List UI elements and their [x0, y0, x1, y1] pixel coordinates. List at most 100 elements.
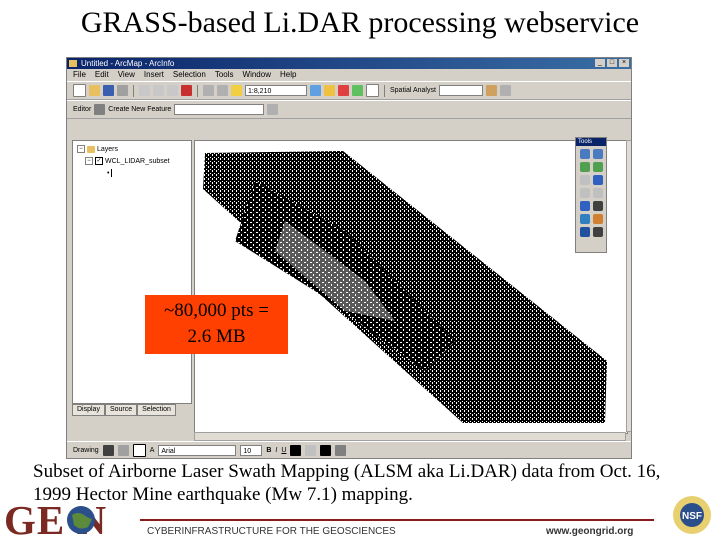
menu-bar: File Edit View Insert Selection Tools Wi…	[67, 69, 631, 81]
arctoolbox-icon[interactable]	[338, 85, 349, 96]
layer-visibility-checkbox[interactable]: ✓	[95, 157, 103, 165]
sketch-tool-icon[interactable]	[94, 104, 106, 115]
map-horizontal-scrollbar[interactable]	[194, 432, 626, 441]
redo-icon[interactable]	[217, 85, 228, 96]
svg-text:NSF: NSF	[682, 511, 702, 522]
tab-selection[interactable]: Selection	[137, 404, 176, 416]
tab-display[interactable]: Display	[72, 404, 105, 416]
editor-toolbar: Editor Create New Feature	[67, 100, 631, 119]
toolbar-separator	[197, 84, 198, 97]
pan-icon[interactable]	[580, 175, 590, 185]
marker-color-icon[interactable]	[335, 445, 347, 456]
add-data-icon[interactable]	[231, 85, 242, 96]
window-title: Untitled - ArcMap - ArcInfo	[81, 59, 175, 68]
paste-icon[interactable]	[167, 85, 178, 96]
point-count-callout: ~80,000 pts = 2.6 MB	[145, 295, 288, 354]
font-field[interactable]: Arial	[158, 445, 237, 456]
whats-this-icon[interactable]	[366, 84, 379, 97]
lock-icon[interactable]	[499, 85, 511, 96]
cut-icon[interactable]	[139, 85, 150, 96]
text-tool[interactable]: A	[150, 447, 155, 454]
find-icon[interactable]	[593, 214, 603, 224]
arcmap-app-icon	[69, 60, 77, 67]
editor-toolbar-icon[interactable]	[310, 85, 321, 96]
tools-toolbar: Tools	[575, 137, 607, 253]
task-label[interactable]: Create New Feature	[108, 106, 171, 113]
close-icon[interactable]: ×	[619, 59, 629, 67]
map-scale-field[interactable]: 1:8,210	[245, 85, 307, 96]
font-size-field[interactable]: 10	[240, 445, 263, 456]
layer-name: WCL_LIDAR_subset	[105, 157, 170, 165]
spatial-analyst-layer-field[interactable]	[438, 85, 483, 96]
footer-divider	[140, 519, 654, 521]
italic-button[interactable]: I	[275, 447, 277, 454]
delete-icon[interactable]	[181, 85, 192, 96]
tools-title: Tools	[576, 138, 606, 146]
nsf-logo-icon: NSF	[673, 496, 711, 534]
rectangle-icon[interactable]	[132, 444, 146, 457]
zoom-out-icon[interactable]	[593, 149, 603, 159]
menu-selection[interactable]: Selection	[173, 69, 206, 81]
histogram-icon[interactable]	[485, 85, 497, 96]
menu-help[interactable]: Help	[280, 69, 296, 81]
layers-label: Layers	[97, 145, 119, 153]
task-field[interactable]	[174, 104, 265, 115]
collapse-icon[interactable]: −	[77, 145, 85, 153]
tab-source[interactable]: Source	[104, 404, 138, 416]
menu-edit[interactable]: Edit	[95, 69, 109, 81]
fixed-zoom-in-icon[interactable]	[580, 162, 590, 172]
underline-button[interactable]: U	[281, 447, 286, 454]
identify-icon[interactable]	[580, 214, 590, 224]
fill-color-icon[interactable]	[305, 445, 317, 456]
font-color-icon[interactable]	[290, 445, 302, 456]
copy-icon[interactable]	[153, 85, 164, 96]
editor-menu[interactable]: Editor	[73, 106, 91, 113]
point-symbol-icon: •	[107, 169, 110, 177]
fixed-zoom-out-icon[interactable]	[593, 162, 603, 172]
map-vertical-scrollbar[interactable]	[626, 140, 631, 432]
undo-icon[interactable]	[203, 85, 214, 96]
callout-line-2: 2.6 MB	[187, 326, 246, 347]
slide-caption: Subset of Airborne Laser Swath Mapping (…	[33, 460, 713, 506]
table-of-contents: − Layers − ✓ WCL_LIDAR_subset •	[72, 140, 192, 404]
new-icon[interactable]	[73, 84, 86, 97]
menu-view[interactable]: View	[118, 69, 135, 81]
full-extent-icon[interactable]	[593, 175, 603, 185]
menu-file[interactable]: File	[73, 69, 86, 81]
toc-layer-row[interactable]: − ✓ WCL_LIDAR_subset	[85, 157, 170, 165]
toc-layers-row[interactable]: − Layers	[77, 145, 118, 153]
bold-button[interactable]: B	[266, 447, 271, 454]
zoom-in-icon[interactable]	[580, 149, 590, 159]
menu-tools[interactable]: Tools	[215, 69, 234, 81]
select-elements-icon[interactable]	[102, 445, 114, 456]
minimize-icon[interactable]: _	[595, 59, 605, 67]
globe-icon	[67, 506, 95, 534]
select-elements-icon[interactable]	[593, 201, 603, 211]
map-view[interactable]	[194, 140, 628, 434]
arccatalog-icon[interactable]	[324, 85, 335, 96]
open-icon[interactable]	[89, 85, 100, 96]
window-titlebar: Untitled - ArcMap - ArcInfo _ □ ×	[67, 58, 631, 69]
toc-symbol-row: •	[107, 169, 113, 177]
collapse-icon[interactable]: −	[85, 157, 93, 165]
drawing-menu[interactable]: Drawing	[73, 447, 99, 454]
print-icon[interactable]	[117, 85, 128, 96]
spatial-analyst-label[interactable]: Spatial Analyst	[390, 87, 436, 94]
measure-icon[interactable]	[593, 227, 603, 237]
target-layer-icon[interactable]	[267, 104, 279, 115]
command-line-icon[interactable]	[352, 85, 363, 96]
menu-window[interactable]: Window	[243, 69, 271, 81]
line-color-icon[interactable]	[320, 445, 332, 456]
rotate-icon[interactable]	[117, 445, 129, 456]
info-icon[interactable]	[580, 227, 590, 237]
toolbar-separator	[384, 84, 385, 97]
previous-extent-icon[interactable]	[580, 188, 590, 198]
text-cursor-icon	[111, 169, 113, 177]
next-extent-icon[interactable]	[593, 188, 603, 198]
select-features-icon[interactable]	[580, 201, 590, 211]
maximize-icon[interactable]: □	[607, 59, 617, 67]
lidar-point-cloud	[203, 151, 607, 423]
drawing-toolbar: Drawing A Arial 10 B I U	[67, 441, 631, 458]
menu-insert[interactable]: Insert	[144, 69, 164, 81]
save-icon[interactable]	[103, 85, 114, 96]
